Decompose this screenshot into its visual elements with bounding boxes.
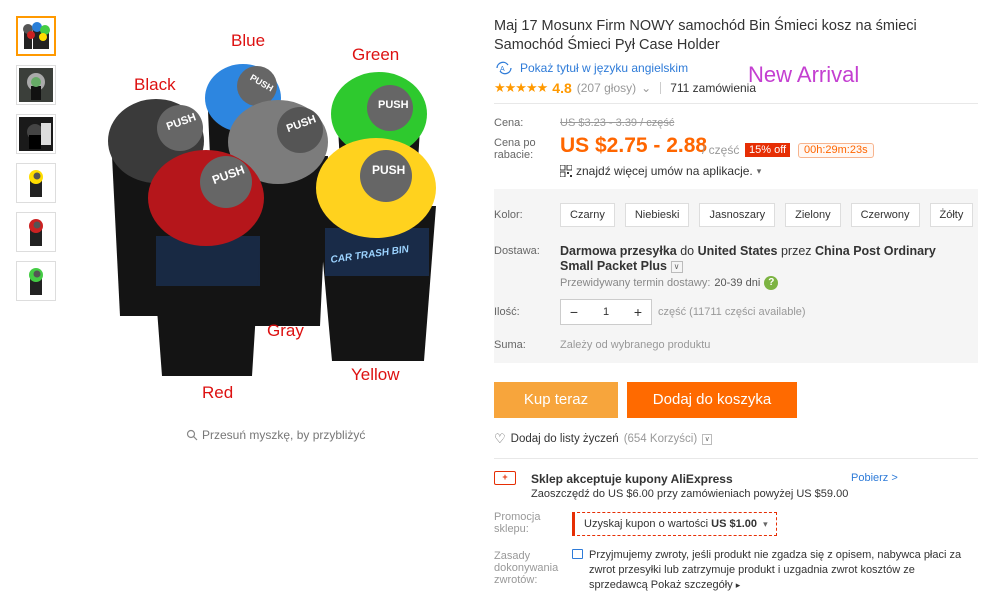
discount-price-label: Cena po rabacie: <box>494 137 536 161</box>
yellow-bin: CAR TRASH BIN PUSH <box>316 138 436 361</box>
divider <box>494 458 978 459</box>
chevron-down-icon[interactable]: ∨ <box>702 433 713 445</box>
app-deals-text: znajdź więcej umów na aplikacje. <box>576 164 753 178</box>
quantity-input[interactable]: 1 <box>587 306 625 318</box>
color-option-zielony[interactable]: Zielony <box>785 203 841 227</box>
orders-count: 711 zamówienia <box>670 81 757 95</box>
heart-icon: ♡ <box>494 431 506 446</box>
qr-code-icon <box>560 165 572 177</box>
eta-days: 20-39 dni <box>714 277 761 289</box>
zoom-hint-text: Przesuń myszkę, by przybliżyć <box>202 428 366 442</box>
thumbnail-3[interactable] <box>16 114 56 154</box>
old-price: US $3.23 - 3.39 / część <box>560 117 675 129</box>
wishlist-text: Dodaj do listy życzeń <box>510 433 619 445</box>
show-details-link[interactable]: Pokaż szczegóły <box>651 579 733 591</box>
svg-text:A: A <box>500 66 505 73</box>
color-label: Kolor: <box>494 209 523 221</box>
store-promo-label: Promocja sklepu: <box>494 511 541 535</box>
label-blue: Blue <box>231 31 265 50</box>
color-option-czarny[interactable]: Czarny <box>560 203 615 227</box>
quantity-availability: część (11711 części available) <box>658 306 806 318</box>
get-coupon-link[interactable]: Pobierz > <box>851 472 898 484</box>
translate-title-link[interactable]: A Pokaż tytuł w języku angielskim <box>494 61 688 75</box>
svg-text:PUSH: PUSH <box>378 99 409 111</box>
divider <box>494 103 978 104</box>
wishlist-link[interactable]: ♡ Dodaj do listy życzeń (654 Korzyści) ∨ <box>494 431 713 447</box>
shipping-label: Dostawa: <box>494 245 540 257</box>
zoom-hint: Przesuń myszkę, by przybliżyć <box>186 428 365 442</box>
returns-policy-text: Przyjmujemy zwroty, jeśli produkt nie zg… <box>589 549 962 591</box>
delivery-estimate: Przewidywany termin dostawy: 20-39 dni ? <box>560 276 779 290</box>
label-red: Red <box>202 383 233 402</box>
product-title: Maj 17 Mosunx Firm NOWY samochód Bin Śmi… <box>494 18 917 53</box>
divider <box>660 82 662 94</box>
label-gray: Gray <box>267 321 304 340</box>
rating-value: 4.8 <box>552 80 572 96</box>
total-value: Zależy od wybranego produktu <box>560 339 711 351</box>
votes-chevron-icon[interactable]: ⌄ <box>641 81 651 95</box>
returns-policy-label: Zasady dokonywania zwrotów: <box>494 550 559 586</box>
yellow-bin-icon <box>29 170 43 197</box>
help-icon[interactable]: ? <box>764 276 779 290</box>
color-option-zolty[interactable]: Żółty <box>929 203 974 227</box>
thumbnail-4[interactable] <box>16 163 56 203</box>
red-bin: PUSH <box>148 150 264 376</box>
label-yellow: Yellow <box>351 365 400 384</box>
green-bin-icon <box>29 268 43 295</box>
buy-now-button[interactable]: Kup teraz <box>494 382 618 418</box>
votes-count[interactable]: (207 głosy) <box>577 81 636 95</box>
quantity-label: Ilość: <box>494 306 520 318</box>
thumbnail-6[interactable] <box>16 261 56 301</box>
quantity-decrease-button[interactable]: − <box>561 304 587 320</box>
translate-icon: A <box>496 61 512 75</box>
product-main-image[interactable]: PUSH PUSH PUSH PUSH PUSH CAR TRASH BIN P… <box>80 16 480 416</box>
arrow-right-icon: ▸ <box>735 580 741 590</box>
coupon-title: Sklep akceptuje kupony AliExpress <box>531 472 733 486</box>
color-options: Czarny Niebieski Jasnoszary Zielony Czer… <box>560 203 974 227</box>
chevron-down-icon: ▾ <box>756 165 762 176</box>
current-price: US $2.75 - 2.88 <box>560 134 708 157</box>
total-label: Suma: <box>494 339 526 351</box>
app-deals-link[interactable]: znajdź więcej umów na aplikacje. ▾ <box>560 164 761 178</box>
returns-info-icon <box>572 549 583 559</box>
coupon-amount: US $1.00 <box>711 518 758 530</box>
label-black: Black <box>134 75 176 94</box>
rating-row: ★★★★★ 4.8 (207 głosy) ⌄ 711 zamówienia <box>494 80 756 96</box>
red-bin-icon <box>29 219 43 246</box>
trash-bins-illustration: PUSH PUSH PUSH PUSH PUSH CAR TRASH BIN P… <box>108 31 436 402</box>
rating-stars-icon: ★★★★★ <box>494 80 548 95</box>
thumbnail-1[interactable] <box>16 16 56 56</box>
add-to-cart-button[interactable]: Dodaj do koszyka <box>627 382 797 418</box>
new-arrival-label: New Arrival <box>748 62 860 87</box>
thumbnail-2[interactable] <box>16 65 56 105</box>
countdown-timer: 00h:29m:23s <box>798 143 874 158</box>
car-interior-icon <box>19 68 53 102</box>
thumbnail-strip <box>16 16 58 310</box>
quantity-increase-button[interactable]: + <box>625 304 651 320</box>
color-option-jasnoszary[interactable]: Jasnoszary <box>699 203 776 227</box>
quantity-stepper: − 1 + <box>560 299 652 325</box>
free-shipping-text: Darmowa przesyłka <box>560 244 677 258</box>
chevron-down-icon: ▾ <box>763 519 768 529</box>
price-label: Cena: <box>494 117 524 129</box>
coupon-subtitle: Zaoszczędź do US $6.00 przy zamówieniach… <box>531 488 849 500</box>
store-coupon-button[interactable]: Uzyskaj kupon o wartości US $1.00 ▾ <box>572 512 777 536</box>
color-option-niebieski[interactable]: Niebieski <box>624 203 690 227</box>
translate-title-text: Pokaż tytuł w języku angielskim <box>520 61 689 75</box>
thumbnail-5[interactable] <box>16 212 56 252</box>
magnifier-icon <box>186 429 198 441</box>
label-green: Green <box>352 45 399 64</box>
wishlist-count: (654 Korzyści) <box>623 433 698 445</box>
svg-text:PUSH: PUSH <box>372 163 405 177</box>
shipping-country[interactable]: United States <box>698 244 778 258</box>
shipping-summary: Darmowa przesyłka do United States przez… <box>560 244 936 273</box>
dark-bin-icon <box>19 117 53 151</box>
shipping-dropdown-icon[interactable]: ∨ <box>670 260 683 273</box>
bins-group-icon <box>23 22 50 49</box>
color-option-czerwony[interactable]: Czerwony <box>850 203 920 227</box>
coupon-icon: + <box>494 471 516 485</box>
eta-label: Przewidywany termin dostawy: <box>560 277 711 289</box>
price-per-unit: / część <box>702 143 740 157</box>
discount-badge: 15% off <box>745 143 791 157</box>
